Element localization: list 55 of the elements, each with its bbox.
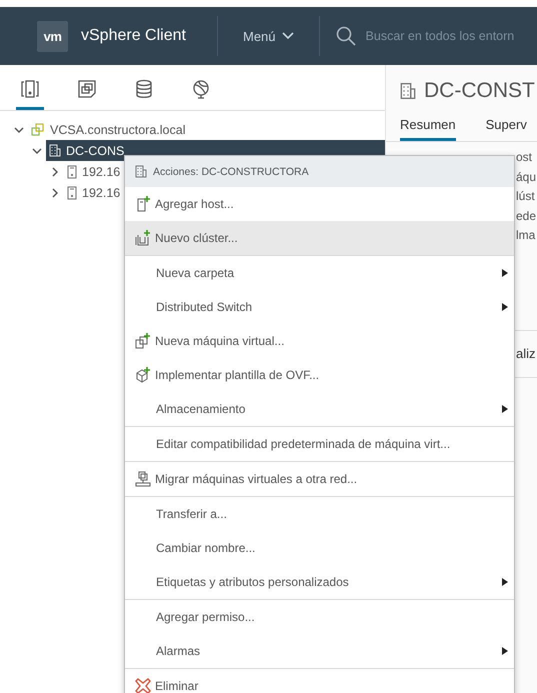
app-title: vSphere Client xyxy=(81,27,187,45)
menu-item[interactable]: Implementar plantilla de OVF... xyxy=(125,358,514,392)
menu-item[interactable]: Etiquetas y atributos personalizados xyxy=(125,565,514,599)
menu-item[interactable]: Nueva carpeta xyxy=(125,256,514,290)
search-icon xyxy=(336,26,356,46)
menu-item[interactable]: Agregar permiso... xyxy=(125,600,514,634)
chevron-down-icon[interactable] xyxy=(32,146,42,156)
menu-button[interactable]: Menú xyxy=(218,16,319,56)
logo: vm xyxy=(37,20,68,52)
detail-label: ede xyxy=(516,208,537,224)
menu-item[interactable]: Almacenamiento xyxy=(125,392,514,426)
detail-label: lúst xyxy=(516,188,536,205)
menu-item[interactable]: Alarmas xyxy=(125,634,514,668)
add-vm-icon xyxy=(135,333,151,349)
menu-item[interactable]: Nuevo clúster... xyxy=(125,221,514,255)
tree-item[interactable]: 192.16 xyxy=(64,182,126,203)
detail-label: lma xyxy=(516,227,536,244)
menu-item[interactable]: Agregar host... xyxy=(125,187,514,221)
menu-item[interactable]: Distributed Switch xyxy=(125,290,514,324)
building-icon xyxy=(49,144,61,157)
hosts-icon xyxy=(20,79,40,99)
detail-label: áqu xyxy=(516,168,537,186)
content-tab[interactable]: Resumen xyxy=(400,117,456,141)
section-title: aliz xyxy=(516,346,536,361)
menu-header-text: Acciones: DC-CONSTRUCTORA xyxy=(153,166,309,178)
delete-icon xyxy=(135,678,151,693)
building-icon xyxy=(400,82,416,100)
building-icon xyxy=(135,165,147,178)
menu-item[interactable]: Cambiar nombre... xyxy=(125,531,514,565)
content-tab[interactable]: Superv xyxy=(486,117,527,141)
chevron-down-icon[interactable] xyxy=(14,124,24,134)
menu-item[interactable]: Migrar máquinas virtuales a otra red... xyxy=(125,462,514,496)
menu-item[interactable]: Transferir a... xyxy=(125,497,514,531)
search-field[interactable]: Buscar en todos los entorn xyxy=(364,28,537,44)
menu-item[interactable]: Eliminar xyxy=(125,669,514,693)
add-package-icon xyxy=(135,367,151,383)
tree-item[interactable]: 192.16 xyxy=(64,161,126,182)
globe-icon xyxy=(191,79,211,99)
chevron-right-icon[interactable] xyxy=(50,188,60,198)
add-cluster-icon xyxy=(135,230,151,246)
database-icon xyxy=(134,79,154,99)
detail-label: ost xyxy=(516,149,534,166)
menu-item[interactable]: Editar compatibilidad predeterminada de máquina virt... xyxy=(125,427,514,461)
chevron-down-icon xyxy=(282,32,294,40)
navigator-tab[interactable] xyxy=(16,79,44,110)
add-host-icon xyxy=(135,196,151,212)
server-icon xyxy=(67,164,77,178)
chevron-right-icon[interactable] xyxy=(50,166,60,176)
vcenter-icon xyxy=(31,122,45,136)
vms-icon xyxy=(77,79,97,99)
menu-item[interactable]: Nueva máquina virtual... xyxy=(125,324,514,358)
server-icon xyxy=(67,186,77,200)
object-title: DC-CONST xyxy=(424,79,535,103)
tree-item[interactable]: VCSA.constructora.local xyxy=(28,119,192,140)
migrate-icon xyxy=(135,471,151,487)
